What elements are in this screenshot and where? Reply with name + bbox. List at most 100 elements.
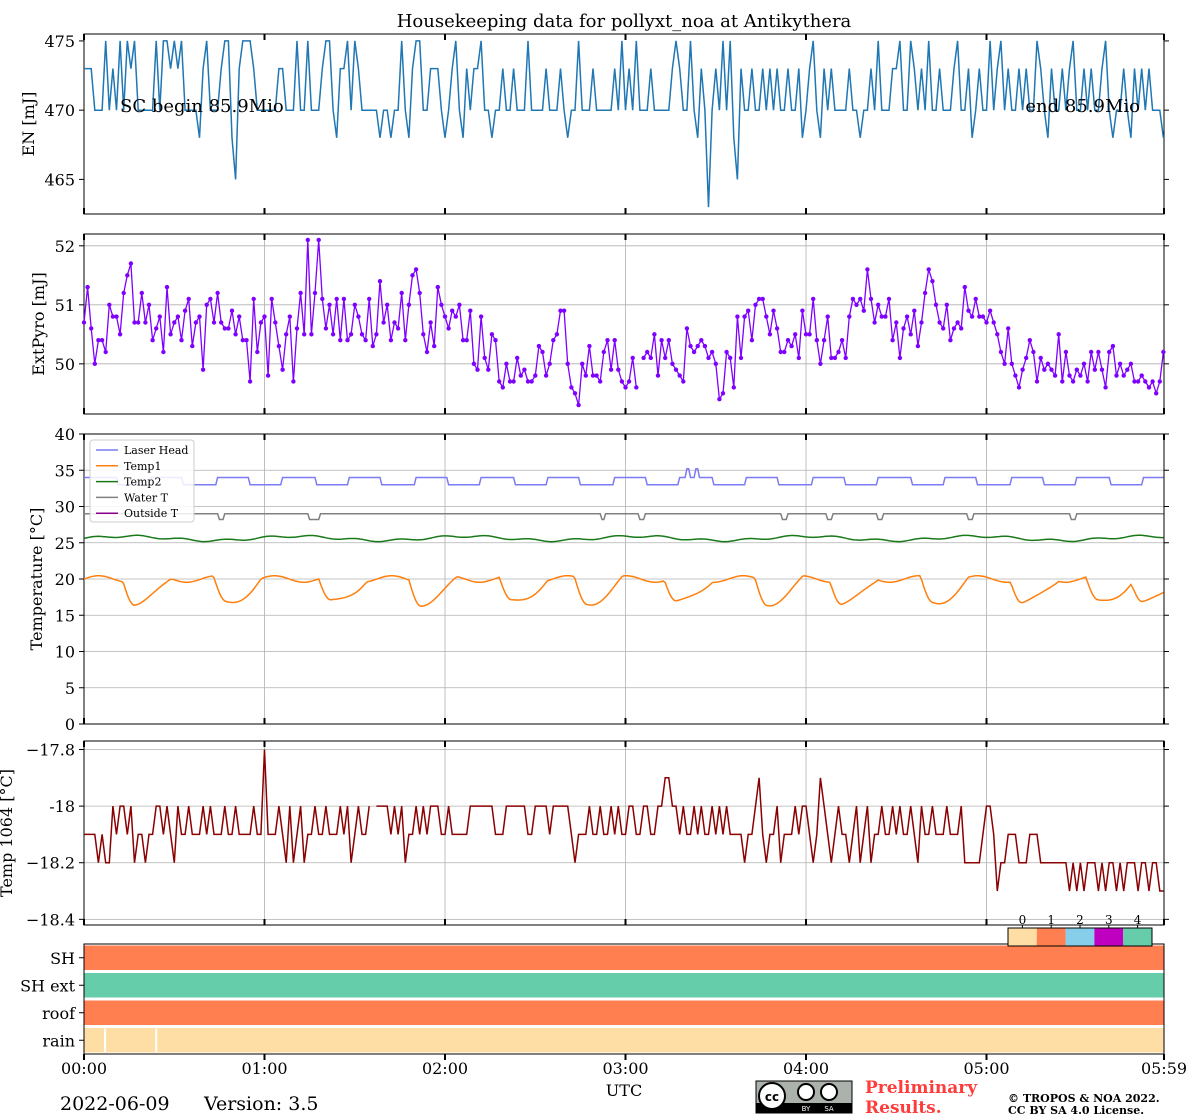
extpyro-point	[1027, 338, 1033, 343]
extpyro-point	[951, 326, 957, 331]
extpyro-point	[865, 267, 870, 272]
extpyro-point	[1085, 379, 1090, 384]
extpyro-point	[735, 314, 740, 319]
extpyro-point	[204, 302, 209, 307]
extpyro-point	[897, 355, 903, 361]
temp1064-frame	[83, 740, 1165, 926]
version-label: Version: 3.5	[203, 1093, 318, 1115]
extpyro-point	[432, 343, 437, 349]
extpyro-point	[265, 373, 271, 378]
extpyro-point	[937, 320, 942, 325]
colorbar-label: 3	[1105, 913, 1113, 927]
extpyro-point	[99, 338, 105, 343]
extpyro-point	[334, 296, 339, 302]
extpyro-point	[818, 361, 823, 366]
extpyro-point	[450, 308, 455, 313]
extpyro-point	[1103, 385, 1108, 390]
extpyro-point	[175, 314, 181, 319]
extpyro-point	[839, 338, 845, 343]
extpyro-point	[500, 385, 505, 390]
extpyro-point	[363, 338, 368, 343]
extpyro-point	[143, 320, 148, 325]
energy-ytick-label: 465	[44, 170, 75, 189]
x-tick-label: 04:00	[783, 1059, 829, 1078]
extpyro-point	[320, 296, 325, 302]
extpyro-point	[1096, 349, 1101, 355]
extpyro-point	[269, 296, 274, 302]
temperature-series-water	[84, 513, 1164, 521]
extpyro-point	[825, 314, 830, 319]
extpyro-point	[547, 361, 552, 366]
extpyro-point	[229, 308, 235, 313]
extpyro-point	[717, 397, 722, 402]
extpyro-point	[482, 355, 487, 361]
extpyro-point	[619, 379, 625, 384]
extpyro-point	[948, 338, 953, 343]
extpyro-point	[421, 332, 426, 337]
extpyro-point	[226, 326, 231, 331]
extpyro-point	[403, 338, 408, 343]
extpyro-point	[962, 284, 967, 290]
extpyro-point	[623, 385, 628, 390]
extpyro-point	[497, 379, 502, 384]
extpyro-point	[399, 290, 404, 296]
extpyro-point	[1006, 326, 1011, 331]
extpyro-point	[385, 302, 390, 307]
extpyro-point	[691, 349, 697, 355]
extpyro-point	[1056, 332, 1061, 337]
status-row-2	[84, 1000, 1164, 1025]
extpyro-point	[1154, 391, 1159, 396]
temperature-series-temp1	[83, 574, 1164, 607]
x-tick-label: 05:59	[1141, 1059, 1187, 1078]
extpyro-point	[327, 302, 332, 307]
extpyro-point	[1146, 385, 1152, 390]
temperature-ytick-label: 15	[55, 606, 75, 625]
extpyro-point	[605, 338, 610, 343]
extpyro-point	[645, 349, 650, 355]
extpyro-point	[316, 237, 321, 243]
extpyro-point	[883, 314, 888, 319]
extpyro-point	[489, 332, 495, 337]
extpyro-point	[728, 355, 733, 361]
extpyro-point	[197, 314, 202, 319]
extpyro-point	[338, 338, 343, 343]
extpyro-point	[150, 338, 155, 343]
colorbar-label: 1	[1047, 913, 1055, 927]
extpyro-point	[933, 302, 939, 307]
extpyro-point	[677, 373, 682, 378]
temperature-series-laser	[84, 468, 1164, 486]
extpyro-point	[713, 361, 718, 366]
extpyro-point	[663, 355, 668, 361]
extpyro-ytick-label: 50	[55, 355, 75, 374]
extpyro-point	[1128, 361, 1134, 366]
extpyro-point	[1063, 349, 1069, 355]
extpyro-point	[381, 320, 386, 325]
extpyro-point	[200, 367, 206, 372]
extpyro-point	[966, 308, 971, 313]
status-row-label: SH	[50, 949, 75, 968]
extpyro-point	[522, 367, 527, 372]
extpyro-point	[738, 355, 744, 361]
extpyro-point	[666, 338, 671, 343]
extpyro-point	[915, 343, 921, 349]
extpyro-point	[1117, 361, 1123, 366]
extpyro-point	[273, 320, 278, 325]
extpyro-point	[785, 338, 791, 343]
energy-series-line	[84, 40, 1165, 208]
extpyro-point	[612, 338, 617, 343]
extpyro-point	[81, 320, 87, 325]
extpyro-point	[955, 320, 960, 325]
extpyro-point	[850, 296, 856, 302]
extpyro-point	[886, 296, 892, 302]
extpyro-point	[1002, 361, 1007, 366]
extpyro-point	[1121, 373, 1126, 378]
extpyro-point	[341, 296, 347, 302]
temperature-ytick-label: 10	[55, 643, 75, 662]
extpyro-point	[854, 302, 859, 307]
extpyro-point	[1060, 379, 1065, 384]
extpyro-point	[594, 373, 599, 378]
cc-by-sa-icon: cc BY SA	[755, 1080, 853, 1114]
extpyro-point	[688, 343, 693, 349]
license-sa-text: SA	[824, 1105, 834, 1113]
extpyro-point	[684, 326, 690, 331]
